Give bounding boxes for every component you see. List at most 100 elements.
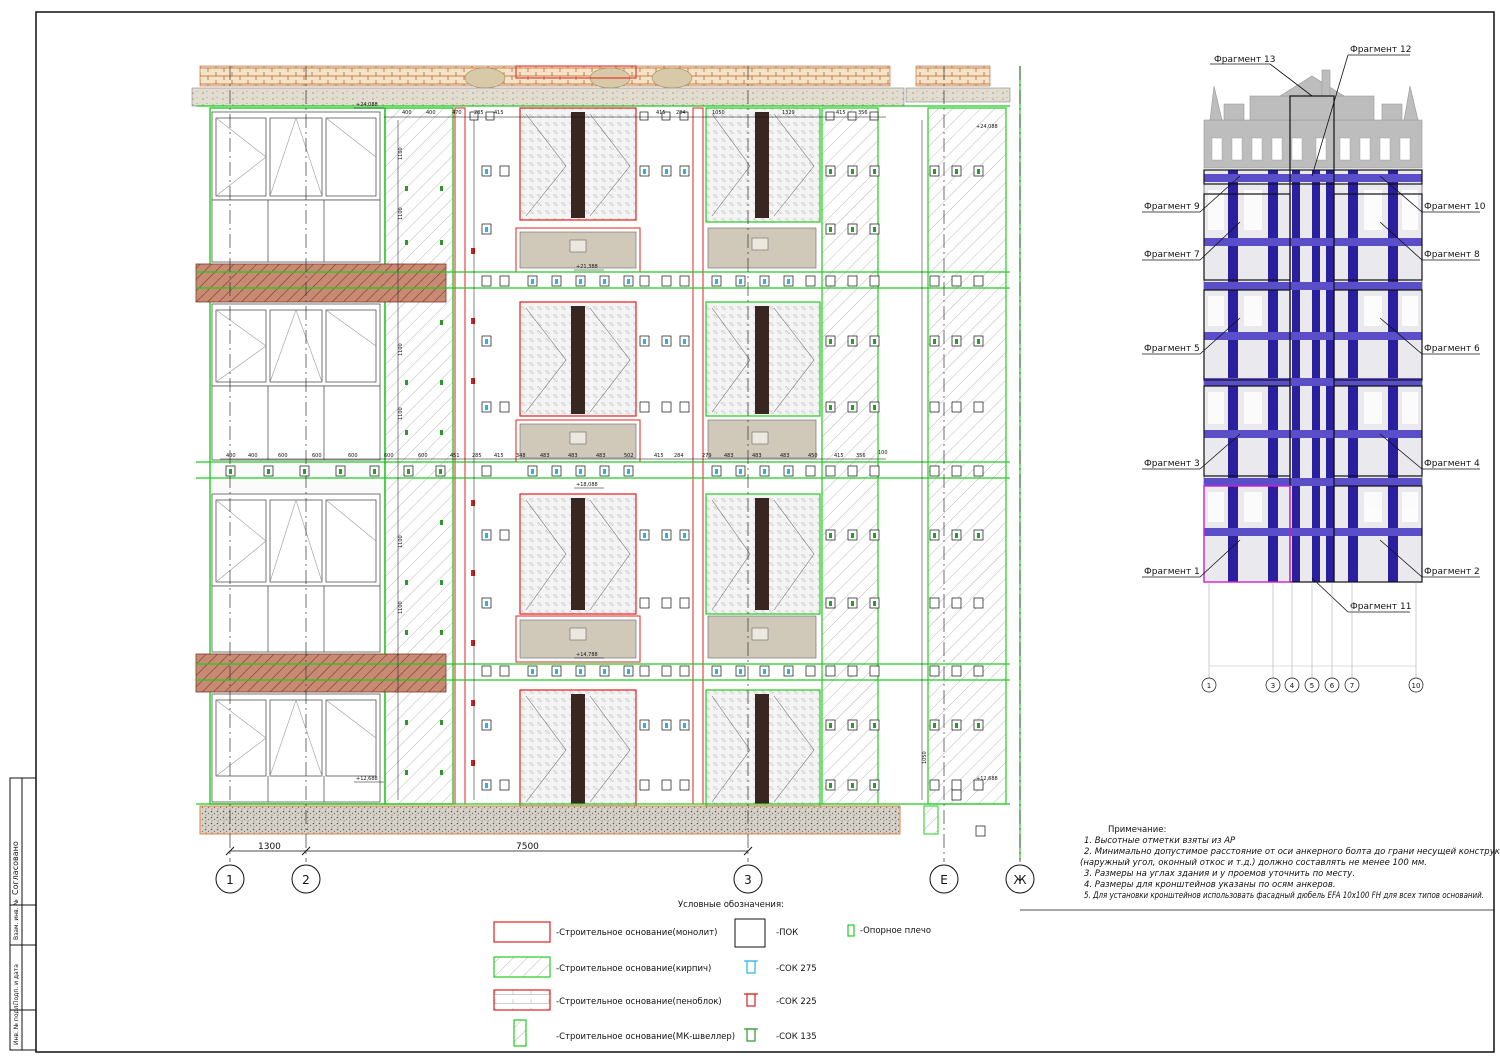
- dimension-label: 600: [278, 453, 288, 459]
- dimension-label: 415: [494, 110, 504, 116]
- axis-bubble: 3: [733, 864, 763, 894]
- svg-text:-Строительное основание(пенобл: -Строительное основание(пеноблок): [556, 997, 722, 1007]
- note-item: 2. Минимально допустимое расстояние от о…: [1084, 847, 1500, 857]
- svg-text:3: 3: [744, 873, 752, 887]
- fragment-3-label: Фрагмент 3: [1144, 459, 1200, 469]
- dimension-label: 600: [384, 453, 394, 459]
- legend-item-support: -Опорное плечо: [847, 924, 931, 937]
- stamp-replace-inv: Взам. инв. №: [13, 899, 20, 940]
- dimension-label: 415: [834, 453, 844, 459]
- fragment-5-label: Фрагмент 5: [1144, 344, 1200, 354]
- dimension-label: 1100: [398, 207, 404, 220]
- dimension-label: 1050: [712, 110, 725, 116]
- note-item: 5. Для установки кронштейнов использоват…: [1084, 891, 1484, 901]
- dimension-label: 1100: [398, 601, 404, 614]
- axis-bubbles: 1 2 3 Е Ж: [215, 864, 1035, 894]
- axis-bubble: 7: [1344, 677, 1360, 693]
- legend-item-monolith: -Строительное основание(монолит): [493, 921, 717, 943]
- svg-text:Е: Е: [940, 873, 948, 887]
- svg-text:-СОК 135: -СОК 135: [776, 1032, 817, 1042]
- dimension-label: 400: [402, 110, 412, 116]
- elevation-mark: +24,088: [976, 124, 998, 130]
- dimension-label: 483: [752, 453, 762, 459]
- elevation-mark: +12,688: [356, 776, 378, 782]
- note-item: 3. Размеры на углах здания и у проемов у…: [1084, 869, 1355, 879]
- svg-text:-Опорное плечо: -Опорное плечо: [860, 926, 931, 936]
- dimension-label: 600: [418, 453, 428, 459]
- dimension-label: 600: [348, 453, 358, 459]
- key-plan-axes: [1208, 582, 1417, 678]
- side-stamp: Согласовано Взам. инв. № Подп. и дата Ин…: [9, 777, 37, 1051]
- stamp-agreed: Согласовано: [11, 841, 20, 895]
- legend-title: Условные обозначения:: [678, 900, 784, 910]
- axis-bubble: Е: [929, 864, 959, 894]
- axis-bubble: 1: [1201, 677, 1217, 693]
- dimension-label: 470: [452, 110, 462, 116]
- bottom-dimensions: 1300 7500: [225, 842, 753, 856]
- slab-band-2: [195, 653, 447, 693]
- dimension-label: 1050: [922, 751, 928, 764]
- svg-text:10: 10: [1412, 682, 1421, 690]
- svg-text:-Строительное основание(кирпич: -Строительное основание(кирпич): [556, 964, 711, 974]
- svg-text:4: 4: [1290, 682, 1295, 690]
- dimension-label: 1100: [398, 535, 404, 548]
- legend: Условные обозначения: -Строительное осно…: [493, 900, 931, 1047]
- legend-item-sok225: -СОК 225: [744, 993, 817, 1007]
- svg-text:-Строительное основание(моноли: -Строительное основание(монолит): [556, 928, 717, 938]
- axis-bubble: 4: [1284, 677, 1300, 693]
- plinth: [199, 805, 901, 835]
- fragment-6-label: Фрагмент 6: [1424, 344, 1480, 354]
- svg-text:5: 5: [1310, 682, 1314, 690]
- elevation-mark: +18,088: [576, 482, 598, 488]
- dimension-label: 483: [596, 453, 606, 459]
- axis-bubble: 10: [1408, 677, 1424, 693]
- svg-text:1: 1: [226, 873, 234, 887]
- svg-text:Ж: Ж: [1014, 873, 1027, 887]
- svg-text:3: 3: [1271, 682, 1275, 690]
- axis-bubble: 5: [1304, 677, 1320, 693]
- dimension-label: 415: [656, 110, 666, 116]
- key-plan-axis-bubbles: 1 3 4 5 6 7 10: [1201, 677, 1424, 693]
- svg-text:7: 7: [1350, 682, 1354, 690]
- dimension-label: 450: [808, 453, 818, 459]
- dimension-label: 483: [724, 453, 734, 459]
- dimension-label: 279: [702, 453, 712, 459]
- elevation-mark: +14,788: [576, 652, 598, 658]
- axis-bubble: 2: [291, 864, 321, 894]
- key-plan: Фрагмент 13 Фрагмент 12 Фрагмент 9 Фрагм…: [1142, 45, 1486, 693]
- fragment-1-label: Фрагмент 1: [1144, 567, 1200, 577]
- dimension-label: 400: [248, 453, 258, 459]
- dimension-label: 483: [568, 453, 578, 459]
- dimension-label: 451: [450, 453, 460, 459]
- svg-text:6: 6: [1330, 682, 1335, 690]
- elevation-mark: +21,388: [576, 264, 598, 270]
- axis-bubble: 6: [1324, 677, 1340, 693]
- brick-wall-far: [927, 107, 1007, 805]
- dimension-label: 284: [676, 110, 686, 116]
- fragment-11-label: Фрагмент 11: [1350, 602, 1411, 612]
- note-item: 1. Высотные отметки взяты из АР: [1084, 836, 1236, 846]
- fragment-7-label: Фрагмент 7: [1144, 250, 1200, 260]
- legend-item-sok275: -СОК 275: [744, 960, 817, 974]
- dimension-label: 415: [654, 453, 664, 459]
- dimension-label: 1329: [782, 110, 795, 116]
- dimension-label: 400: [426, 110, 436, 116]
- parapet-brick: [199, 65, 891, 87]
- dimension-label: 483: [780, 453, 790, 459]
- dimension-label: 1100: [398, 407, 404, 420]
- svg-text:-Строительное основание(МК-шве: -Строительное основание(МК-швеллер): [556, 1032, 735, 1042]
- fragment-10-label: Фрагмент 10: [1424, 202, 1486, 212]
- facade-drawing-sheet: % Согласовано Взам. инв. № Подп. и дата …: [9, 11, 1500, 1053]
- fragment-2-label: Фрагмент 2: [1424, 567, 1480, 577]
- dimension-label: 600: [312, 453, 322, 459]
- dimension-label: 1100: [398, 147, 404, 160]
- dimension-label: 348: [516, 453, 526, 459]
- stamp-inv-original: Инв. № подл.: [13, 1004, 20, 1045]
- main-elevation: +24,088 +21,388 +18,088 +14,788 +12,688 …: [191, 65, 1035, 894]
- axis-bubble: 1: [215, 864, 245, 894]
- dimension-label: 400: [226, 453, 236, 459]
- dimension-label: 284: [674, 453, 684, 459]
- legend-item-brick: -Строительное основание(кирпич): [493, 956, 711, 978]
- legend-item-channel: -Строительное основание(МК-швеллер): [513, 1019, 735, 1047]
- svg-text:-ПОК: -ПОК: [776, 928, 798, 938]
